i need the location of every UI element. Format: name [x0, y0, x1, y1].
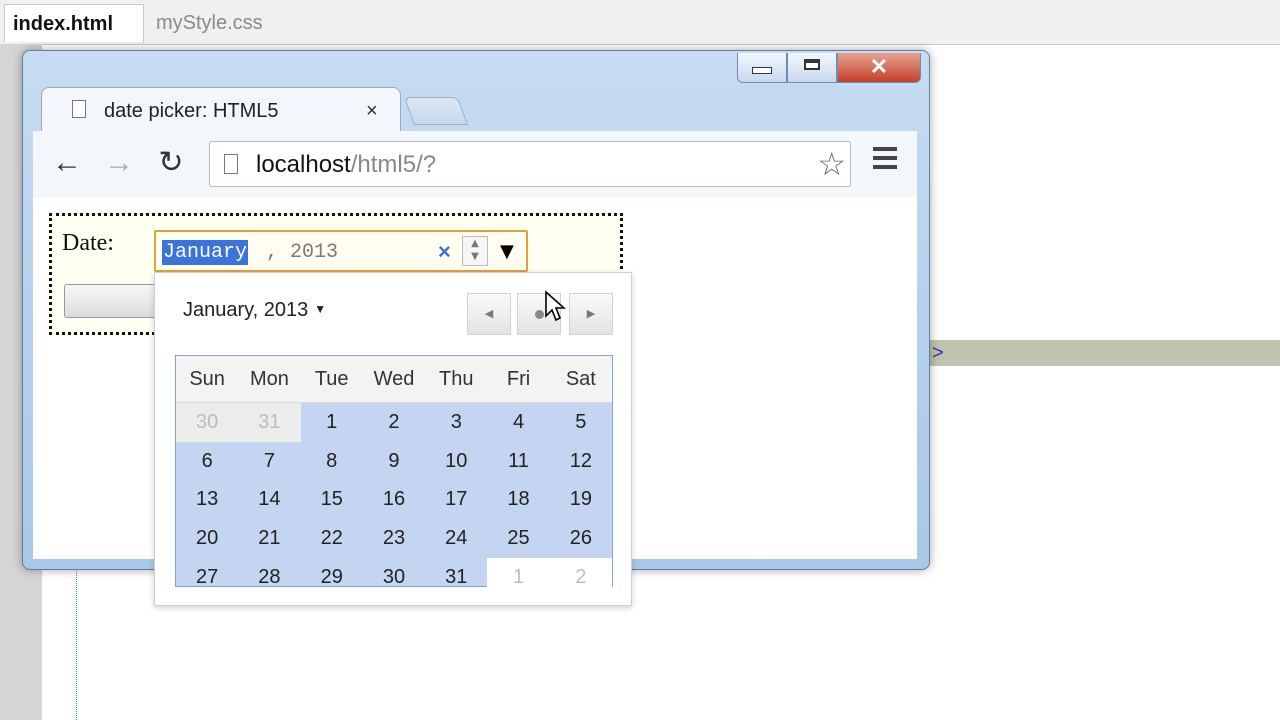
calendar-day[interactable]: 11	[487, 442, 549, 481]
browser-tab-title: date picker: HTML5	[104, 100, 279, 122]
calendar-day[interactable]: 6	[176, 442, 238, 481]
calendar-day[interactable]: 4	[487, 403, 549, 442]
weekday-header: Sun	[176, 356, 239, 403]
next-month-button[interactable]: ▶	[569, 293, 613, 335]
minimize-button[interactable]	[737, 53, 787, 83]
calendar-day[interactable]: 5	[550, 403, 612, 442]
calendar-day-other-month[interactable]: 31	[238, 402, 301, 442]
date-input-year[interactable]: , 2013	[266, 241, 338, 264]
browser-toolbar: ← → ↻ localhost/html5/? ☆	[33, 131, 917, 198]
weekday-header: Thu	[425, 356, 488, 403]
reload-button[interactable]: ↻	[151, 143, 191, 183]
calendar-day-other-month[interactable]: 2	[549, 558, 612, 597]
spin-up-icon[interactable]: ▲	[463, 237, 487, 250]
calendar-day[interactable]: 1	[301, 403, 363, 442]
weekday-header-row: Sun Mon Tue Wed Thu Fri Sat	[176, 356, 612, 403]
calendar-week-row: 20 21 22 23 24 25 26	[176, 519, 612, 558]
minimize-icon	[752, 67, 772, 74]
calendar-day[interactable]: 23	[363, 519, 425, 558]
new-tab-button[interactable]	[403, 97, 469, 125]
forward-button[interactable]: →	[99, 143, 139, 183]
editor-tab-index-html[interactable]: index.html	[4, 4, 144, 42]
weekday-header: Wed	[362, 356, 426, 403]
calendar-day[interactable]: 22	[301, 519, 363, 558]
calendar-week-row: 27 28 29 30 31 1 2	[176, 558, 612, 597]
date-spinner[interactable]: ▲ ▼	[462, 236, 488, 266]
month-year-selector[interactable]: January, 2013 ▼	[183, 299, 326, 322]
maximize-icon	[804, 59, 820, 70]
calendar-grid: Sun Mon Tue Wed Thu Fri Sat 30 31 1 2 3 …	[175, 355, 613, 597]
clear-date-icon[interactable]: ×	[438, 234, 451, 270]
prev-month-button[interactable]: ◀	[467, 293, 511, 335]
address-bar[interactable]: localhost/html5/? ☆	[209, 141, 851, 187]
calendar-day[interactable]: 8	[301, 442, 363, 481]
calendar-week-row: 13 14 15 16 17 18 19	[176, 481, 612, 520]
calendar-day[interactable]: 17	[425, 481, 487, 520]
page-icon	[72, 100, 86, 118]
calendar-day[interactable]: 10	[425, 442, 487, 481]
calendar-day[interactable]: 12	[550, 442, 612, 481]
calendar-day[interactable]: 31	[425, 558, 487, 597]
calendar-day[interactable]: 18	[487, 481, 549, 520]
calendar-day[interactable]: 14	[238, 481, 300, 520]
calendar-day[interactable]: 30	[363, 558, 425, 597]
today-dot-icon	[534, 309, 544, 319]
url-host: localhost	[256, 151, 351, 178]
browser-tab[interactable]: date picker: HTML5 ×	[41, 87, 401, 133]
editor-highlighted-line: >	[920, 340, 1280, 366]
date-input-month[interactable]: January	[162, 240, 249, 265]
calendar-day[interactable]: 3	[425, 403, 487, 442]
calendar-day[interactable]: 21	[238, 519, 300, 558]
calendar-day[interactable]: 9	[363, 442, 425, 481]
month-year-title: January, 2013	[183, 299, 309, 321]
calendar-day[interactable]: 20	[176, 519, 238, 558]
calendar-week-row: 30 31 1 2 3 4 5	[176, 402, 612, 442]
editor-indent-guide	[76, 560, 77, 720]
mouse-cursor-icon	[545, 290, 566, 322]
calendar-day[interactable]: 25	[487, 519, 549, 558]
calendar-day[interactable]: 29	[301, 558, 363, 597]
calendar-day[interactable]: 28	[238, 558, 300, 597]
address-url: localhost/html5/?	[256, 142, 436, 188]
menu-icon[interactable]	[873, 147, 897, 175]
weekday-header: Sat	[549, 356, 612, 403]
weekday-header: Mon	[238, 356, 301, 403]
back-button[interactable]: ←	[47, 143, 87, 183]
calendar-day[interactable]: 19	[550, 481, 612, 520]
calendar-day[interactable]: 26	[550, 519, 612, 558]
date-input[interactable]: January , 2013 × ▲ ▼ ▼	[154, 230, 528, 272]
calendar-week-row: 6 7 8 9 10 11 12	[176, 442, 612, 481]
weekday-header: Tue	[300, 356, 363, 403]
editor-line-glyph: >	[932, 342, 944, 364]
calendar-day-other-month[interactable]: 1	[487, 558, 550, 597]
editor-tab-mystyle-css[interactable]: myStyle.css	[148, 4, 288, 42]
tab-close-icon[interactable]: ×	[366, 88, 378, 134]
calendar-day[interactable]: 15	[301, 481, 363, 520]
calendar-day[interactable]: 13	[176, 481, 238, 520]
weekday-header: Fri	[487, 356, 550, 403]
page-icon	[224, 154, 238, 174]
editor-tab-bar: index.html myStyle.css	[0, 0, 1280, 45]
bookmark-star-icon[interactable]: ☆	[817, 142, 846, 186]
calendar-day[interactable]: 2	[363, 403, 425, 442]
calendar-day[interactable]: 27	[176, 558, 238, 597]
spin-down-icon[interactable]: ▼	[463, 250, 487, 263]
calendar-day[interactable]: 16	[363, 481, 425, 520]
chevron-down-icon: ▼	[314, 302, 327, 316]
calendar-dropdown-icon[interactable]: ▼	[500, 234, 514, 270]
url-path: /html5/?	[350, 151, 437, 178]
calendar-day[interactable]: 24	[425, 519, 487, 558]
calendar-day-other-month[interactable]: 30	[176, 402, 239, 442]
date-label: Date:	[62, 230, 114, 256]
calendar-day[interactable]: 7	[238, 442, 300, 481]
window-close-button[interactable]: ✕	[837, 53, 921, 83]
maximize-button[interactable]	[787, 53, 837, 83]
